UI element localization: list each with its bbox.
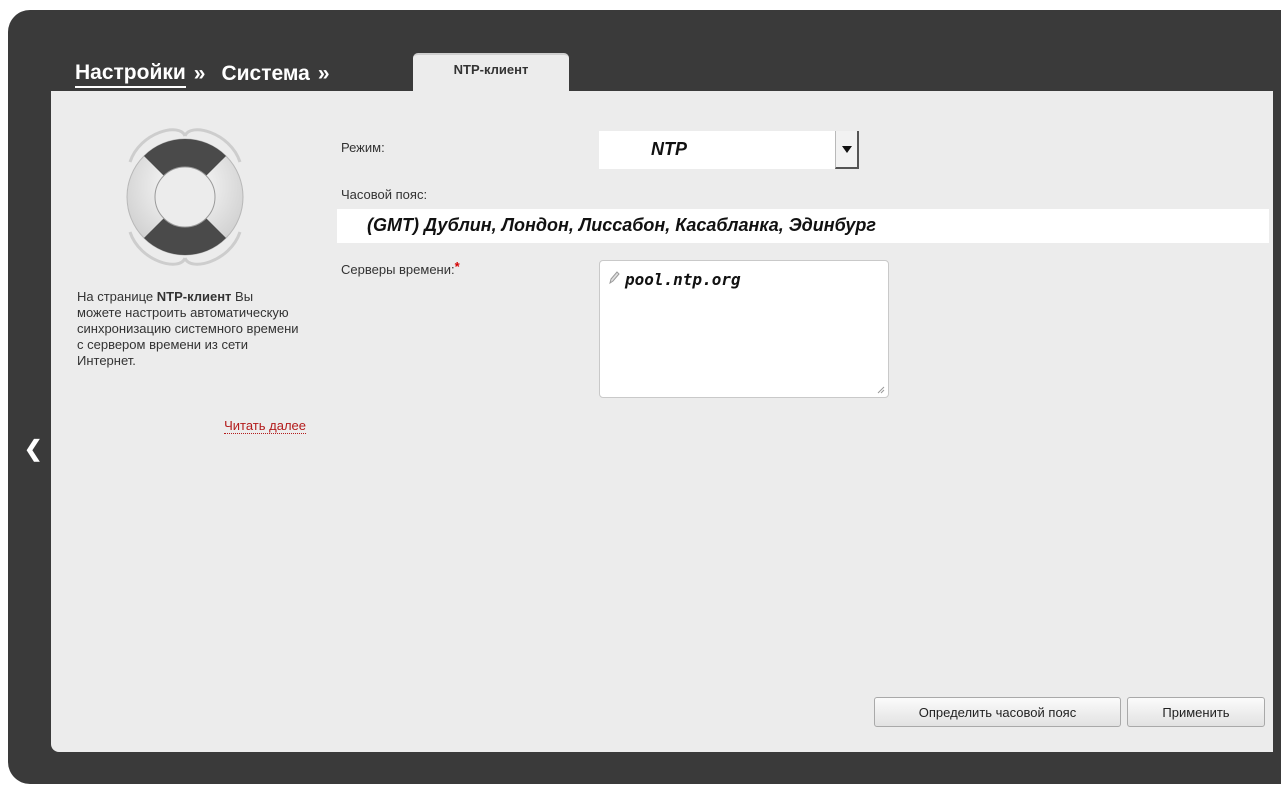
help-bold-term: NTP-клиент <box>156 289 232 304</box>
help-description: На странице NTP-клиент Вы можете настрои… <box>77 289 299 368</box>
resize-grip-icon[interactable] <box>877 386 885 394</box>
breadcrumb-separator: » <box>193 62 206 85</box>
mode-select-value: NTP <box>651 139 687 159</box>
mode-select[interactable]: NTP <box>599 131 859 169</box>
mode-label: Режим: <box>341 140 385 155</box>
breadcrumb-system-link[interactable]: Система <box>221 62 309 86</box>
breadcrumb-separator: » <box>317 62 330 85</box>
timezone-select[interactable]: (GMT) Дублин, Лондон, Лиссабон, Касаблан… <box>337 209 1269 243</box>
timezone-label: Часовой пояс: <box>341 187 428 202</box>
time-servers-textarea[interactable]: pool.ntp.org <box>599 260 889 398</box>
breadcrumb-settings-link[interactable]: Настройки <box>75 61 186 88</box>
read-more-link[interactable]: Читать далее <box>224 418 306 434</box>
back-arrow-icon[interactable]: ❮ <box>24 436 42 462</box>
servers-label: Серверы времени:* <box>341 259 460 277</box>
time-servers-value: pool.ntp.org <box>625 270 741 289</box>
detect-timezone-button[interactable]: Определить часовой пояс <box>874 697 1121 727</box>
lifebuoy-icon <box>126 128 244 266</box>
required-asterisk: * <box>454 259 460 274</box>
apply-button[interactable]: Применить <box>1127 697 1265 727</box>
chevron-down-icon[interactable] <box>835 131 859 169</box>
timezone-select-value: (GMT) Дублин, Лондон, Лиссабон, Касаблан… <box>367 215 876 235</box>
tab-ntp-client[interactable]: NTP-клиент <box>413 53 569 93</box>
breadcrumb: Настройки » Система » <box>75 58 346 90</box>
pencil-icon <box>609 271 620 285</box>
